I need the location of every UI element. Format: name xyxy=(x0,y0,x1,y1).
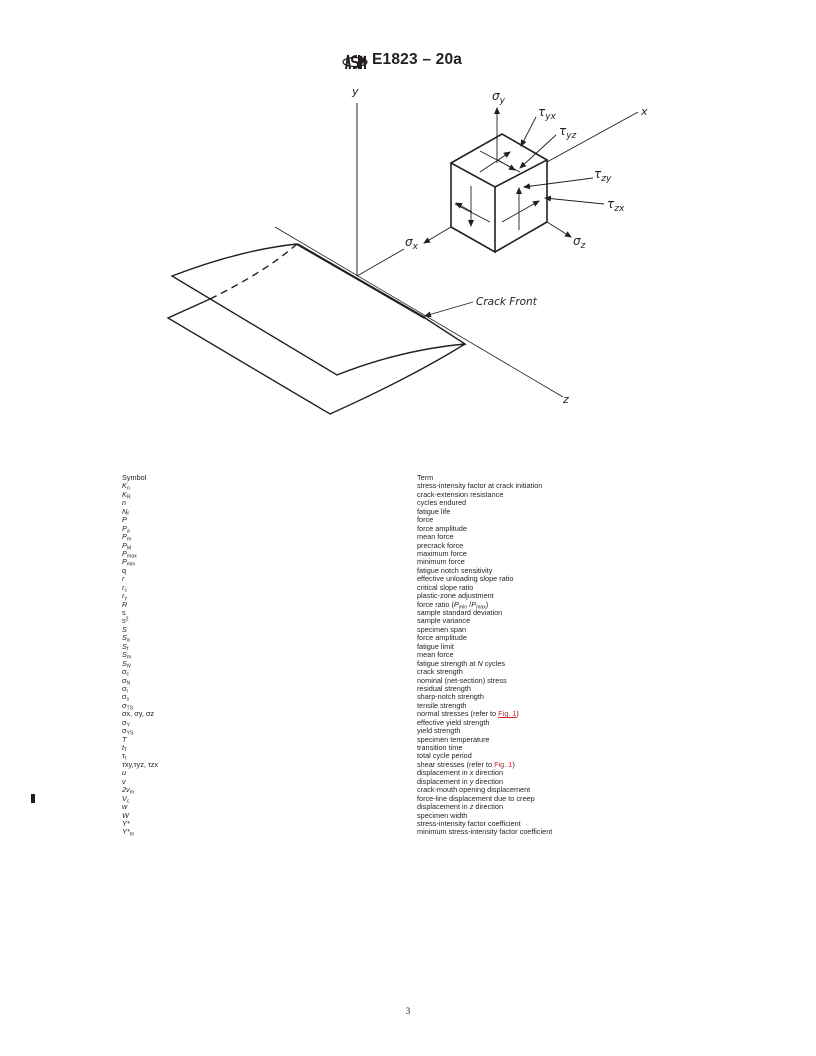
z-axis-line xyxy=(274,226,564,398)
tau-zx-label: τzx xyxy=(607,197,625,214)
table-row: s2 sample variance xyxy=(122,617,642,625)
tau-yz-leader xyxy=(519,134,557,169)
table-row: Pmax maximum force xyxy=(122,549,642,559)
symbol-term-table: Symbol Term Ko stress-intensity factor at… xyxy=(122,473,642,838)
sigma-x-label: σx xyxy=(405,235,419,252)
tau-zy-leader xyxy=(523,177,594,190)
table-row: Y*m minimum stress-intensity factor coeff… xyxy=(122,827,642,838)
table-row: n cycles endured xyxy=(122,499,642,507)
crack-front-leader xyxy=(424,301,474,318)
table-header-row: Symbol Term xyxy=(122,473,642,482)
table-row: Pmin minimum force xyxy=(122,558,642,568)
table-row: Nf fatigue life xyxy=(122,507,642,517)
table-row: KR crack-extension resistance xyxy=(122,490,642,500)
table-row: 2vm crack-mouth opening displacement xyxy=(122,785,642,795)
table-row: σYS yield strength xyxy=(122,726,642,736)
table-row: s sample standard deviation xyxy=(122,608,642,617)
table-row: PM precrack force xyxy=(122,541,642,551)
tau-yx-label: τyx xyxy=(538,105,557,122)
table-row: SN fatigue strength at N cycles xyxy=(122,659,642,669)
table-row: Pa force amplitude xyxy=(122,524,642,534)
term-cell: minimum stress-intensity factor coeffici… xyxy=(417,827,553,837)
z-axis-label: z xyxy=(562,393,569,406)
hidden-edge-dashed xyxy=(209,243,298,300)
crack-front-label: Crack Front xyxy=(476,296,538,308)
crack-coordinate-figure: y x z σy σx σz τyx τyz τzy τzx Crack Fro… xyxy=(166,85,648,415)
table-row: Ko stress-intensity factor at crack initi… xyxy=(122,482,642,492)
sigma-y-label: σy xyxy=(492,89,506,106)
y-axis-label: y xyxy=(351,85,359,98)
sigma-z-label: σz xyxy=(573,234,586,251)
table-row: τt total cycle period xyxy=(122,752,642,762)
x-axis-label: x xyxy=(640,105,648,118)
table-row: v displacement in y direction xyxy=(122,777,642,786)
symbol-cell: τxy,τyz, τzx xyxy=(122,759,159,769)
figure-1-link[interactable]: Fig. 1 xyxy=(498,709,516,718)
table-row: Pm mean force xyxy=(122,532,642,542)
revision-change-bar xyxy=(31,794,35,803)
table-row: q fatigue notch sensitivity xyxy=(122,566,642,575)
table-row: σx, σy, σz normal stresses (refer to Fig.… xyxy=(122,710,642,718)
table-row: Rforce ratio (Pmin /Pmax) xyxy=(122,600,642,610)
upper-crack-face xyxy=(170,243,468,376)
table-row: Sspecimen span xyxy=(122,625,642,634)
sigma-x-arrow xyxy=(423,226,452,244)
table-row: ry plastic-zone adjustment xyxy=(122,591,642,601)
crack-front-line xyxy=(296,243,426,319)
page-number: 3 xyxy=(405,1007,411,1017)
table-row: Vc force-line displacement due to creep xyxy=(122,794,642,804)
table-row: tT transition time xyxy=(122,743,642,753)
symbol-cell: Y*m xyxy=(122,827,135,838)
table-row: Tspecimen temperature xyxy=(122,735,642,744)
table-row: τxy,τyz, τzx shear stresses (refer to Fig… xyxy=(122,759,642,769)
table-row: σTS tensile strength xyxy=(122,701,642,711)
table-row: σs sharp-notch strength xyxy=(122,693,642,703)
tau-zy-label: τzy xyxy=(594,167,612,184)
table-row: Sm mean force xyxy=(122,650,642,660)
tau-zx-leader xyxy=(544,195,605,205)
table-row: Y* stress-intensity factor coefficient xyxy=(122,819,642,828)
sigma-z-arrow xyxy=(546,221,572,238)
table-row: σN nominal (net-section) stress xyxy=(122,676,642,686)
table-row: r effective unloading slope ratio xyxy=(122,575,642,583)
table-row: σr residual strength xyxy=(122,684,642,694)
tau-yz-label: τyz xyxy=(559,124,577,141)
table-row: u displacement in x direction xyxy=(122,769,642,777)
x-axis-line xyxy=(356,248,405,277)
table-row: σY effective yield strength xyxy=(122,718,642,728)
table-row: Sa force amplitude xyxy=(122,634,642,644)
table-row: Sf fatigue limit xyxy=(122,642,642,652)
table-row: σc crack strength xyxy=(122,667,642,677)
table-row: Wspecimen width xyxy=(122,811,642,820)
table-row: rc critical slope ratio xyxy=(122,583,642,593)
stress-cube xyxy=(449,133,549,254)
table-row: w displacement in z direction xyxy=(122,802,642,811)
tau-yx-leader xyxy=(520,116,537,147)
table-row: Pforce xyxy=(122,515,642,524)
